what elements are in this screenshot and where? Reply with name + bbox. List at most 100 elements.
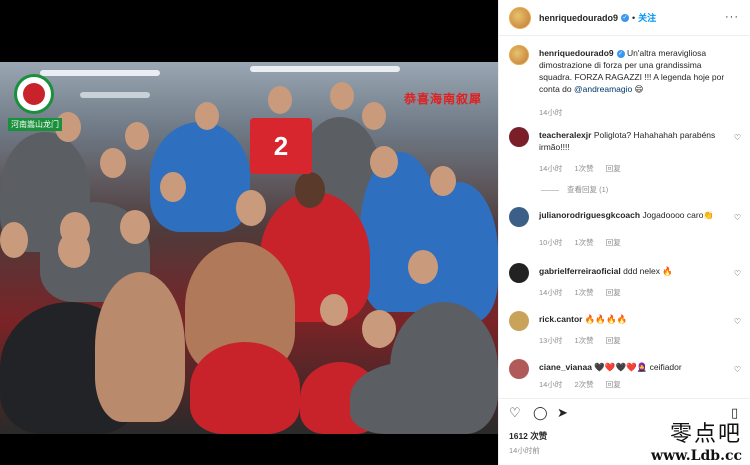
comment-like-count[interactable]: 1次赞 [574, 164, 593, 173]
commenter-avatar[interactable] [509, 263, 529, 283]
comment-username[interactable]: ciane_vianaa [539, 362, 592, 372]
person [350, 362, 470, 434]
comment-username[interactable]: teacheralexjr [539, 130, 591, 140]
caption-timestamp[interactable]: 14小时 [539, 108, 562, 117]
face [0, 222, 28, 258]
comment-like-count[interactable]: 1次赞 [574, 288, 593, 297]
follow-button[interactable]: 关注 [638, 11, 656, 24]
ceiling-light [80, 92, 150, 98]
commenter-avatar[interactable] [509, 359, 529, 379]
club-logo-text: 河南嵩山龙门 [8, 118, 62, 131]
comment-username[interactable]: rick.cantor [539, 314, 582, 324]
face [295, 172, 325, 208]
face [236, 190, 266, 226]
face [370, 146, 398, 178]
caption-username[interactable]: henriquedourado9 [539, 48, 614, 58]
caption-mention-link[interactable]: @andreamagio [574, 84, 632, 94]
ceiling-light [250, 66, 400, 72]
commenter-avatar[interactable] [509, 127, 529, 147]
watermark-url: www.Ldb.cc [651, 448, 742, 464]
team-celebration-photo[interactable]: 2 河南嵩山龙门 恭喜海南叙犀 [0, 62, 498, 434]
comment-like-count[interactable]: 1次赞 [574, 336, 593, 345]
author-avatar[interactable] [509, 45, 529, 65]
verified-badge-icon: ✓ [621, 14, 630, 23]
comment-item: gabrielferreiraoficial ddd nelex 🔥 14小时 … [509, 263, 745, 305]
post-timestamp: 14小时前 [509, 446, 540, 455]
comment-timestamp[interactable]: 14小时 [539, 164, 562, 173]
face [58, 232, 90, 268]
comment-text-block: teacheralexjr Poliglota? Hahahahah parab… [539, 129, 725, 153]
post-header: henriquedourado9 ✓ • 关注 ··· [499, 0, 750, 36]
comment-timestamp[interactable]: 10小时 [539, 238, 562, 247]
comment-text: ddd nelex 🔥 [623, 266, 673, 276]
comment-text-block: ciane_vianaa 🖤❤️🖤❤️🧕 ceifiador [539, 361, 725, 373]
comment-like-heart-icon[interactable]: ♡ [734, 213, 741, 222]
person [190, 342, 300, 434]
reply-button[interactable]: 回复 [606, 380, 621, 389]
club-logo [14, 74, 54, 114]
caption-item: henriquedourado9 ✓ Un'altra meravigliosa … [509, 45, 745, 118]
reply-button[interactable]: 回复 [606, 288, 621, 297]
separator-dot: • [632, 12, 636, 23]
comment-meta: 14小时 1次赞 回复 [539, 287, 631, 298]
comment-item: rick.cantor 🔥🔥🔥🔥 13小时 1次赞 回复 ♡ [509, 311, 745, 353]
face [100, 148, 126, 178]
person [420, 182, 498, 322]
comment-text-block: gabrielferreiraoficial ddd nelex 🔥 [539, 265, 725, 277]
comment-icon[interactable]: ◯ [533, 405, 548, 421]
author-avatar[interactable] [509, 6, 531, 29]
face [125, 122, 149, 150]
verified-badge-icon: ✓ [616, 49, 625, 58]
more-options-icon[interactable]: ··· [725, 11, 739, 23]
caption-text-block: henriquedourado9 ✓ Un'altra meravigliosa … [539, 47, 725, 95]
comment-timestamp[interactable]: 14小时 [539, 288, 562, 297]
comment-username[interactable]: gabrielferreiraoficial [539, 266, 621, 276]
likes-count[interactable]: 1612 次赞 [509, 430, 547, 442]
face [160, 172, 186, 202]
author-username[interactable]: henriquedourado9 ✓ [539, 13, 630, 23]
caption-meta: 14小时 [539, 107, 572, 118]
site-watermark: 零点吧 www.Ldb.cc [651, 416, 742, 464]
reply-button[interactable]: 回复 [606, 336, 621, 345]
comment-text: 🔥🔥🔥🔥 [584, 314, 628, 324]
watermark-chinese: 零点吧 [669, 422, 742, 447]
face [195, 102, 219, 130]
photo-overlay-caption: 恭喜海南叙犀 [404, 92, 483, 106]
commenter-avatar[interactable] [509, 311, 529, 331]
heart-outline-icon[interactable]: ♡ [509, 405, 521, 421]
comments-feed[interactable]: henriquedourado9 ✓ Un'altra meravigliosa … [499, 37, 750, 393]
person [95, 272, 185, 422]
reply-button[interactable]: 回复 [606, 164, 621, 173]
face [268, 86, 292, 114]
comment-username[interactable]: julianorodriguesgkcoach [539, 210, 640, 220]
face [330, 82, 354, 110]
commenter-avatar[interactable] [509, 207, 529, 227]
ceiling-light [40, 70, 160, 76]
face [362, 310, 396, 348]
comment-text-block: julianorodriguesgkcoach Jogadoooo caro👏 [539, 209, 725, 221]
author-username-text[interactable]: henriquedourado9 [539, 13, 618, 23]
comment-item: julianorodriguesgkcoach Jogadoooo caro👏 … [509, 207, 745, 249]
comment-like-heart-icon[interactable]: ♡ [734, 317, 741, 326]
comment-text: 🖤❤️🖤❤️🧕 ceifiador [594, 362, 682, 372]
comment-like-heart-icon[interactable]: ♡ [734, 133, 741, 142]
face [408, 250, 438, 284]
reply-button[interactable]: 回复 [606, 238, 621, 247]
comment-text-block: rick.cantor 🔥🔥🔥🔥 [539, 313, 725, 325]
paper-plane-icon[interactable]: ➤ [557, 405, 568, 421]
comment-meta: 14小时 1次赞 回复 [539, 163, 631, 174]
comment-item: ciane_vianaa 🖤❤️🖤❤️🧕 ceifiador 14小时 2次赞 … [509, 359, 745, 393]
comment-text: Jogadoooo caro👏 [642, 210, 715, 220]
comment-timestamp[interactable]: 13小时 [539, 336, 562, 345]
comment-meta: 13小时 1次赞 回复 [539, 335, 631, 346]
face [120, 210, 150, 244]
view-replies-link[interactable]: 查看回复 (1) [541, 184, 608, 195]
comment-like-heart-icon[interactable]: ♡ [734, 365, 741, 374]
comment-meta: 14小时 2次赞 回复 [539, 379, 631, 390]
face [430, 166, 456, 196]
comment-like-heart-icon[interactable]: ♡ [734, 269, 741, 278]
comment-timestamp[interactable]: 14小时 [539, 380, 562, 389]
comment-like-count[interactable]: 1次赞 [574, 238, 593, 247]
comment-like-count[interactable]: 2次赞 [574, 380, 593, 389]
face [320, 294, 348, 326]
